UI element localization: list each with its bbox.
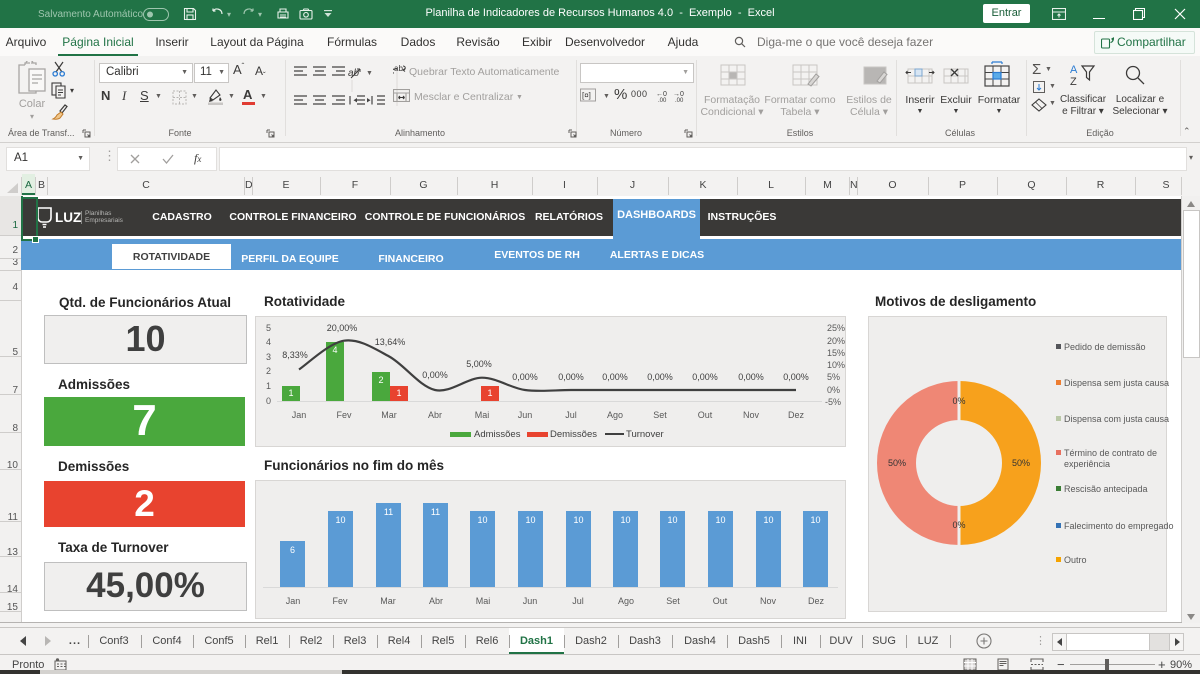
svg-text:[¤]: [¤] [582,91,591,100]
svg-text:Z: Z [1070,76,1077,87]
svg-text:→0: →0 [673,91,684,98]
svg-text:.00: .00 [658,98,667,103]
svg-text:.00: .00 [675,98,684,103]
svg-text:←0: ←0 [656,91,667,98]
svg-text:A: A [1070,64,1078,76]
svg-text:ab: ab [348,68,360,79]
